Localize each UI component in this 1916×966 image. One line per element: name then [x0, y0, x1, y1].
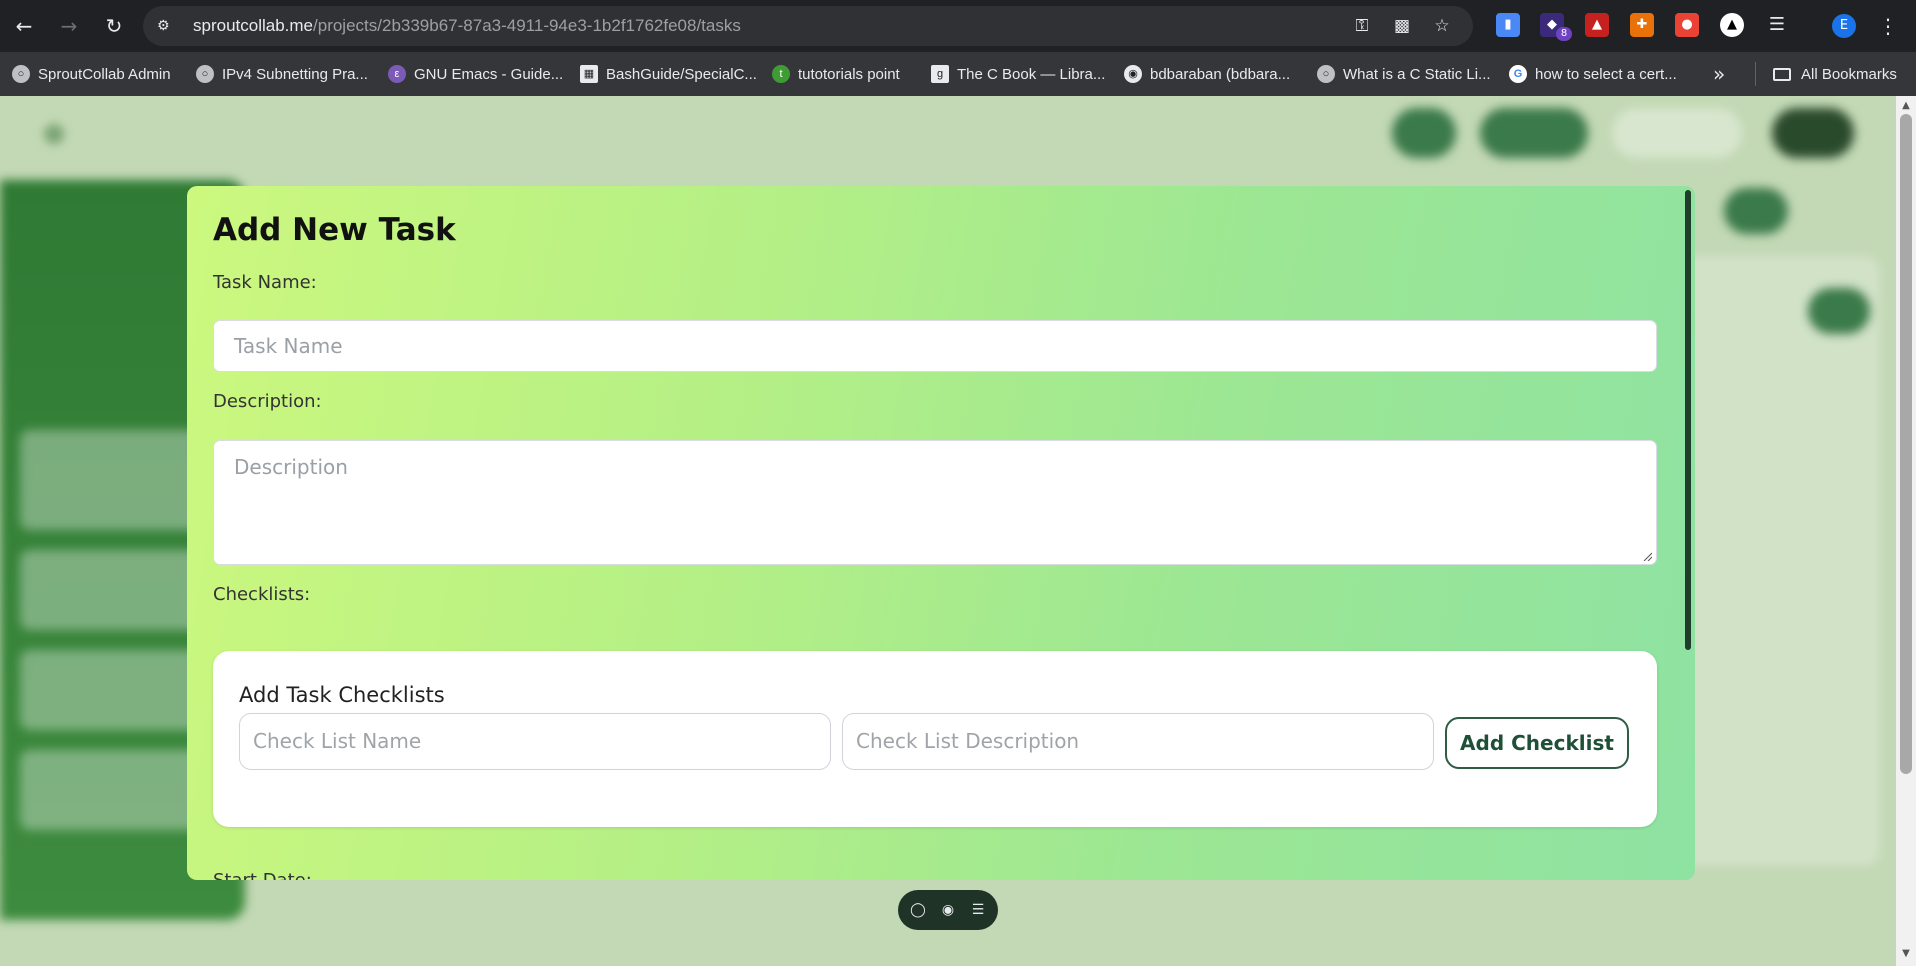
- bookmark-label: how to select a cert...: [1535, 65, 1677, 83]
- checklist-card: Add Task Checklists Check List Name Chec…: [213, 651, 1657, 827]
- blurred-select: [1612, 108, 1742, 158]
- blurred-circle-button: [1808, 288, 1870, 334]
- browser-toolbar: ← → ↻ ⚙ sproutcollab.me/projects/2b339b6…: [0, 0, 1916, 52]
- emacs-icon: ε: [388, 65, 406, 83]
- all-bookmarks-button[interactable]: All Bookmarks: [1773, 62, 1897, 86]
- bookmark-item[interactable]: ○ SproutCollab Admin: [12, 62, 171, 86]
- list-icon[interactable]: ☰: [968, 900, 988, 920]
- site-info-icon[interactable]: ⚙: [157, 16, 177, 36]
- page-scrollbar[interactable]: ▲ ▼: [1896, 96, 1916, 966]
- back-arrow-icon[interactable]: ←: [10, 12, 38, 40]
- extension-badge: 8: [1556, 27, 1572, 41]
- start-date-label: Start Date:: [213, 870, 312, 880]
- url-path: /projects/2b339b67-87a3-4911-94e3-1b2f17…: [313, 16, 741, 35]
- docs-extension-icon[interactable]: ▮: [1496, 13, 1520, 37]
- extensions-puzzle-icon[interactable]: ☰: [1765, 13, 1789, 37]
- bookmark-label: bdbaraban (bdbara...: [1150, 65, 1291, 83]
- url-host: sproutcollab.me: [193, 16, 314, 35]
- blurred-circle-button: [1724, 188, 1788, 234]
- install-app-icon[interactable]: ▩: [1391, 15, 1413, 37]
- bookmark-label: What is a C Static Li...: [1343, 65, 1491, 83]
- comment-icon[interactable]: ◯: [908, 900, 928, 920]
- page-icon: ▦: [580, 65, 598, 83]
- add-checklist-button[interactable]: Add Checklist: [1445, 717, 1629, 769]
- bookmark-item[interactable]: ◉ bdbaraban (bdbara...: [1124, 62, 1290, 86]
- more-bookmarks-chevron-icon[interactable]: »: [1713, 62, 1725, 86]
- extension-red-icon[interactable]: ●: [1675, 13, 1699, 37]
- bookmark-label: BashGuide/SpecialC...: [606, 65, 757, 83]
- reload-icon[interactable]: ↻: [100, 12, 128, 40]
- modal-scrollbar[interactable]: [1683, 186, 1693, 880]
- tutorialspoint-icon: t: [772, 65, 790, 83]
- bookmarks-divider: [1755, 62, 1756, 86]
- password-key-icon[interactable]: ⚿: [1351, 15, 1373, 37]
- bookmark-item[interactable]: ε GNU Emacs - Guide...: [388, 62, 563, 86]
- task-name-label: Task Name:: [213, 272, 317, 293]
- google-icon: G: [1509, 65, 1527, 83]
- globe-icon: ○: [196, 65, 214, 83]
- add-task-modal: Add New Task Task Name: Task Name Descri…: [187, 186, 1695, 880]
- more-menu-icon[interactable]: ⋮: [1878, 12, 1898, 40]
- eye-icon[interactable]: ◉: [938, 900, 958, 920]
- modal-title: Add New Task: [213, 212, 456, 248]
- globe-icon: ○: [12, 65, 30, 83]
- description-label: Description:: [213, 391, 322, 412]
- modal-scrollbar-thumb[interactable]: [1685, 190, 1691, 650]
- bookmark-item[interactable]: ▦ BashGuide/SpecialC...: [580, 62, 757, 86]
- floating-toolbar: ◯ ◉ ☰: [898, 890, 998, 930]
- pdf-extension-icon[interactable]: ▲: [1585, 13, 1609, 37]
- bookmark-label: The C Book — Libra...: [957, 65, 1106, 83]
- blurred-add-button: [1392, 108, 1456, 158]
- bookmark-label: IPv4 Subnetting Pra...: [222, 65, 368, 83]
- extension-white-icon[interactable]: ▲: [1720, 13, 1744, 37]
- scroll-up-arrow-icon[interactable]: ▲: [1900, 100, 1912, 112]
- blurred-logout-button: [1480, 108, 1588, 158]
- task-name-input[interactable]: Task Name: [213, 320, 1657, 372]
- app-logo: ✿: [44, 120, 65, 148]
- bookmark-item[interactable]: t tutotorials point: [772, 62, 900, 86]
- url-text[interactable]: sproutcollab.me/projects/2b339b67-87a3-4…: [193, 16, 741, 36]
- bookmark-label: SproutCollab Admin: [38, 65, 171, 83]
- checklist-card-title: Add Task Checklists: [239, 683, 445, 707]
- bookmark-star-icon[interactable]: ☆: [1431, 15, 1453, 37]
- bookmarks-bar: ○ SproutCollab Admin ○ IPv4 Subnetting Pra…: [0, 52, 1916, 96]
- bookmark-label: tutotorials point: [798, 65, 900, 83]
- bookmark-item[interactable]: ○ What is a C Static Li...: [1317, 62, 1491, 86]
- extension-purple-icon[interactable]: ◆ 8: [1540, 13, 1572, 41]
- github-icon: ◉: [1124, 65, 1142, 83]
- description-textarea[interactable]: Description: [213, 440, 1657, 565]
- bookmark-item[interactable]: ○ IPv4 Subnetting Pra...: [196, 62, 368, 86]
- scroll-down-arrow-icon[interactable]: ▼: [1900, 948, 1912, 960]
- bookmark-item[interactable]: Ghow to select a cert...: [1509, 62, 1677, 86]
- gnu-icon: g: [931, 65, 949, 83]
- blurred-help-button: [1772, 108, 1854, 158]
- bookmark-label: GNU Emacs - Guide...: [414, 65, 564, 83]
- description-placeholder: Description: [234, 455, 348, 479]
- resize-handle-icon[interactable]: [1642, 551, 1652, 561]
- forward-arrow-icon[interactable]: →: [55, 12, 83, 40]
- all-bookmarks-label: All Bookmarks: [1801, 65, 1897, 83]
- extension-orange-icon[interactable]: ✚: [1630, 13, 1654, 37]
- address-bar[interactable]: ⚙ sproutcollab.me/projects/2b339b67-87a3…: [143, 6, 1473, 46]
- page-scrollbar-thumb[interactable]: [1900, 114, 1912, 774]
- checklist-description-input[interactable]: Check List Description: [842, 713, 1434, 770]
- checklist-name-input[interactable]: Check List Name: [239, 713, 831, 770]
- bookmark-item[interactable]: g The C Book — Libra...: [931, 62, 1105, 86]
- checklists-label: Checklists:: [213, 584, 311, 605]
- folder-icon: [1773, 67, 1791, 81]
- profile-avatar[interactable]: E: [1832, 14, 1856, 38]
- globe-icon: ○: [1317, 65, 1335, 83]
